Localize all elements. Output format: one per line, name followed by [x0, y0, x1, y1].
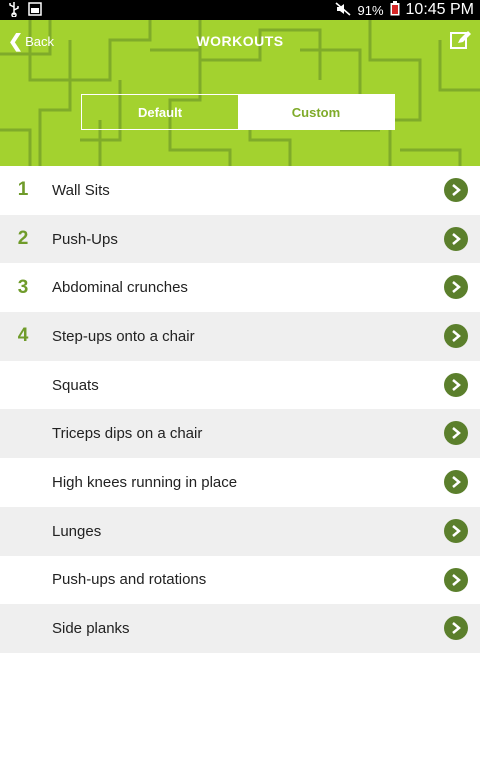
- battery-icon: [390, 1, 400, 19]
- status-time: 10:45 PM: [405, 1, 474, 18]
- item-number: 4: [17, 325, 29, 347]
- header: ❮ Back WORKOUTS Default Custom: [0, 20, 480, 166]
- item-number: 1: [17, 179, 29, 201]
- chevron-right-icon[interactable]: [444, 470, 468, 495]
- chevron-right-icon[interactable]: [444, 372, 468, 397]
- chevron-right-icon[interactable]: [444, 275, 468, 300]
- item-label: Wall Sits: [52, 181, 110, 199]
- battery-level: 91%: [357, 2, 384, 18]
- chevron-right-icon[interactable]: [444, 226, 468, 251]
- item-label: Abdominal crunches: [52, 279, 188, 297]
- item-label: Step-ups onto a chair: [52, 327, 195, 345]
- list-item[interactable]: Squats: [0, 361, 480, 410]
- chevron-right-icon[interactable]: [444, 518, 468, 543]
- list-item[interactable]: Triceps dips on a chair: [0, 409, 480, 459]
- item-label: Triceps dips on a chair: [52, 425, 203, 443]
- list-item[interactable]: Side planks: [0, 604, 480, 653]
- item-label: High knees running in place: [52, 473, 238, 491]
- list-item[interactable]: High knees running in place: [0, 458, 480, 507]
- chevron-right-icon[interactable]: [444, 421, 468, 446]
- workout-list: 1 Wall Sits 2 Push-Ups 3 Abdominal crunc…: [0, 166, 480, 653]
- item-label: Lunges: [52, 522, 102, 540]
- page-title: WORKOUTS: [196, 33, 284, 49]
- list-item[interactable]: Push-ups and rotations: [0, 556, 480, 605]
- list-item[interactable]: 3 Abdominal crunches: [0, 263, 480, 312]
- list-item[interactable]: 1 Wall Sits: [0, 166, 480, 215]
- mute-icon: [335, 1, 352, 19]
- chevron-right-icon[interactable]: [444, 616, 468, 641]
- item-label: Push-Ups: [52, 230, 118, 248]
- status-bar: 91% 10:45 PM: [0, 0, 480, 20]
- list-item[interactable]: 2 Push-Ups: [0, 214, 480, 264]
- edit-icon: [450, 31, 471, 49]
- item-label: Squats: [52, 376, 99, 394]
- tab-default[interactable]: Default: [82, 95, 238, 129]
- item-number: 3: [17, 276, 29, 298]
- list-item[interactable]: 4 Step-ups onto a chair: [0, 312, 480, 361]
- tab-custom[interactable]: Custom: [238, 95, 394, 129]
- segment-control: Default Custom: [81, 94, 395, 130]
- edit-button[interactable]: [450, 30, 472, 55]
- chevron-right-icon[interactable]: [444, 178, 468, 202]
- chevron-right-icon[interactable]: [444, 324, 468, 349]
- usb-icon: [8, 1, 20, 22]
- list-item[interactable]: Lunges: [0, 506, 480, 556]
- screenshot-icon: [28, 2, 42, 21]
- item-label: Push-ups and rotations: [52, 571, 207, 589]
- chevron-right-icon[interactable]: [444, 567, 468, 592]
- item-number: 2: [17, 228, 29, 250]
- item-label: Side planks: [52, 620, 130, 638]
